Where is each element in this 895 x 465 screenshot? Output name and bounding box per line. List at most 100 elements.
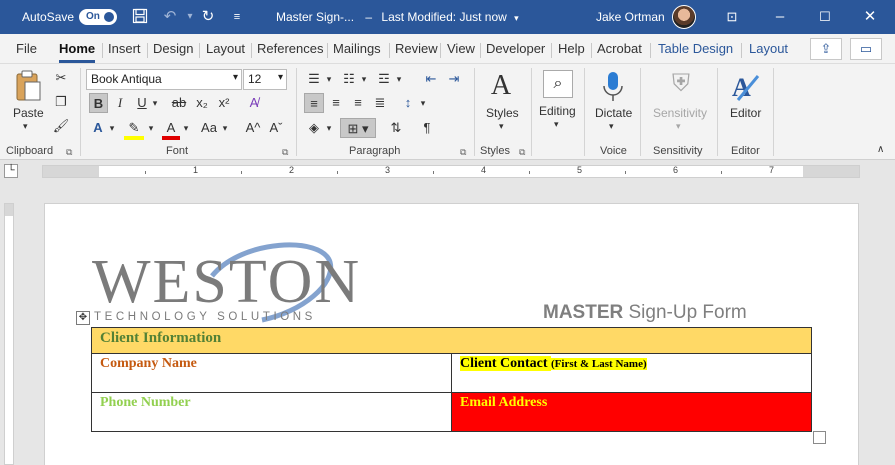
tab-review[interactable]: Review xyxy=(395,41,438,56)
copy-icon[interactable]: ❐ xyxy=(52,92,70,112)
share-icon[interactable]: ⇪ xyxy=(810,38,842,60)
paragraph-launcher-icon[interactable]: ⧉ xyxy=(460,147,466,158)
user-name[interactable]: Jake Ortman xyxy=(596,10,665,24)
clipboard-launcher-icon[interactable]: ⧉ xyxy=(66,147,72,158)
collapse-ribbon-icon[interactable]: ∧ xyxy=(877,144,884,155)
italic-button[interactable]: I xyxy=(112,93,128,113)
tab-home[interactable]: Home xyxy=(59,41,96,63)
tab-developer[interactable]: Developer xyxy=(486,41,545,56)
table-move-handle[interactable]: ✥ xyxy=(76,311,90,325)
format-painter-icon[interactable]: 🖌 xyxy=(52,116,70,136)
decrease-indent-icon[interactable]: ⇤ xyxy=(421,69,441,89)
numbering-icon[interactable]: ☷ xyxy=(339,69,359,89)
tab-table-design[interactable]: Table Design xyxy=(658,41,733,56)
avatar[interactable] xyxy=(672,5,696,29)
multilevel-list-icon[interactable]: ☲ xyxy=(374,69,394,89)
autosave-toggle[interactable]: On xyxy=(79,9,117,25)
clear-formatting-icon[interactable]: A̸ xyxy=(244,93,264,113)
client-contact-cell[interactable]: Client Contact (First & Last Name) xyxy=(451,353,812,393)
increase-indent-icon[interactable]: ⇥ xyxy=(444,69,464,89)
change-case-button[interactable]: Aa xyxy=(198,118,220,138)
tab-references[interactable]: References xyxy=(257,41,323,56)
search-icon[interactable]: ⌕ xyxy=(543,70,573,98)
bullets-icon[interactable]: ☰ xyxy=(304,69,324,89)
horizontal-ruler[interactable]: 1 2 3 4 5 6 7 xyxy=(42,165,860,178)
company-name-cell[interactable]: Company Name xyxy=(91,353,452,393)
chevron-down-icon[interactable]: ▾ xyxy=(220,118,230,138)
subscript-button[interactable]: x₂ xyxy=(193,93,211,113)
sort-icon[interactable]: ⇅ xyxy=(386,118,406,138)
chevron-down-icon[interactable]: ▾ xyxy=(609,121,614,132)
comment-icon[interactable]: ▭ xyxy=(850,38,882,60)
tab-mailings[interactable]: Mailings xyxy=(333,41,381,56)
tab-help[interactable]: Help xyxy=(558,41,585,56)
editing-button[interactable]: Editing xyxy=(539,104,576,118)
chevron-down-icon[interactable]: ▾ xyxy=(418,93,428,113)
tab-file[interactable]: File xyxy=(16,41,37,56)
tab-view[interactable]: View xyxy=(447,41,475,56)
table-resize-handle[interactable] xyxy=(813,431,826,444)
redo-icon[interactable]: ↻ xyxy=(198,8,218,26)
font-size-combo[interactable]: 12 ▾ xyxy=(243,69,287,90)
font-name-combo[interactable]: Book Antiqua ▾ xyxy=(86,69,242,90)
chevron-down-icon[interactable]: ▾ xyxy=(554,119,559,130)
vertical-ruler[interactable] xyxy=(4,203,14,465)
chevron-down-icon[interactable]: ▾ xyxy=(499,121,504,132)
close-icon[interactable]: ✕ xyxy=(858,6,882,28)
chevron-down-icon[interactable]: ▾ xyxy=(146,118,156,138)
paste-icon[interactable] xyxy=(12,70,44,104)
editor-icon[interactable]: A xyxy=(730,70,760,104)
font-color-icon[interactable]: A xyxy=(162,118,180,140)
tab-acrobat[interactable]: Acrobat xyxy=(597,41,642,56)
shrink-font-button[interactable]: Aˇ xyxy=(266,118,286,138)
tab-insert[interactable]: Insert xyxy=(108,41,141,56)
align-center-icon[interactable]: ≡ xyxy=(326,93,346,113)
styles-icon[interactable]: A xyxy=(485,70,517,104)
underline-button[interactable]: U xyxy=(134,93,150,113)
chevron-down-icon[interactable]: ▾ xyxy=(150,93,160,113)
minimize-icon[interactable]: – xyxy=(768,6,792,28)
phone-number-cell[interactable]: Phone Number xyxy=(91,392,452,432)
save-icon[interactable] xyxy=(130,8,150,29)
maximize-icon[interactable]: ☐ xyxy=(813,6,837,28)
bold-button[interactable]: B xyxy=(89,93,108,113)
document-page[interactable]: WESTON TECHNOLOGY SOLUTIONS MASTER Sign-… xyxy=(44,203,859,465)
document-title[interactable]: Master Sign-... – Last Modified: Just no… xyxy=(276,10,519,24)
chevron-down-icon[interactable]: ▾ xyxy=(107,118,117,138)
chevron-down-icon[interactable]: ▾ xyxy=(324,69,334,89)
text-effects-icon[interactable]: A xyxy=(89,118,107,138)
microphone-icon[interactable] xyxy=(600,70,626,104)
editor-button[interactable]: Editor xyxy=(730,106,761,120)
superscript-button[interactable]: x² xyxy=(215,93,233,113)
show-marks-icon[interactable]: ¶ xyxy=(418,118,436,138)
chevron-down-icon[interactable]: ▾ xyxy=(324,118,334,138)
font-launcher-icon[interactable]: ⧉ xyxy=(282,147,288,158)
dictate-button[interactable]: Dictate xyxy=(595,106,632,120)
chevron-down-icon[interactable]: ▾ xyxy=(394,69,404,89)
tab-selector[interactable]: └ xyxy=(4,164,18,178)
highlight-icon[interactable]: ✎ xyxy=(124,118,144,140)
line-spacing-icon[interactable]: ↕ xyxy=(398,93,418,113)
client-info-table[interactable]: Client Information Company Name Client C… xyxy=(91,327,812,432)
chevron-down-icon[interactable]: ▾ xyxy=(359,69,369,89)
justify-icon[interactable]: ≣ xyxy=(370,93,390,113)
paste-dropdown-icon[interactable]: ▾ xyxy=(23,121,28,132)
align-left-icon[interactable]: ≡ xyxy=(304,93,324,113)
grow-font-button[interactable]: A^ xyxy=(243,118,263,138)
tab-layout[interactable]: Layout xyxy=(206,41,245,56)
shading-icon[interactable]: ◈ xyxy=(304,118,324,138)
vertical-scrollbar[interactable] xyxy=(876,183,895,465)
align-right-icon[interactable]: ≡ xyxy=(348,93,368,113)
ribbon-display-icon[interactable]: ⊡ xyxy=(720,6,744,28)
customize-icon[interactable]: ≡ xyxy=(227,8,247,26)
table-header[interactable]: Client Information xyxy=(91,327,812,354)
cut-icon[interactable]: ✂ xyxy=(52,68,70,88)
styles-button[interactable]: Styles xyxy=(486,106,519,120)
paste-button[interactable]: Paste xyxy=(13,106,44,120)
styles-launcher-icon[interactable]: ⧉ xyxy=(519,147,525,158)
strikethrough-button[interactable]: ab xyxy=(168,93,190,113)
tab-table-layout[interactable]: Layout xyxy=(749,41,788,56)
chevron-down-icon[interactable]: ▾ xyxy=(181,118,191,138)
undo-dropdown-icon[interactable]: ▾ xyxy=(180,8,200,26)
email-address-cell[interactable]: Email Address xyxy=(451,392,812,432)
